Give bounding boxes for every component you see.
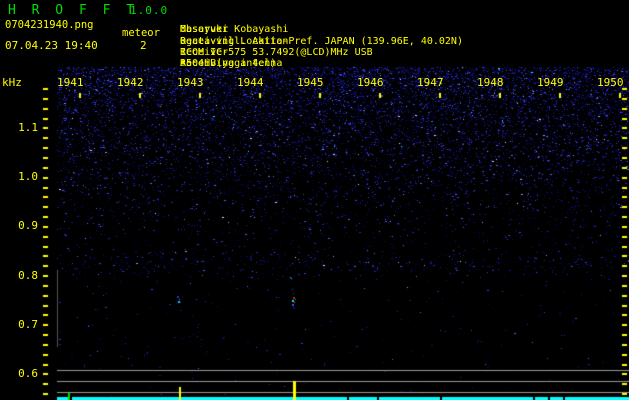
meteor-counter-value: 2	[140, 39, 147, 52]
spectrogram-canvas	[0, 0, 629, 400]
info-value: Ogata-vill. Akita-Pref. JAPAN (139.96E, …	[180, 35, 463, 47]
y-axis-unit-label: kHz	[2, 76, 22, 89]
info-value: Masayuki Kobayashi	[180, 24, 289, 36]
x-axis-tick-label: 1950	[597, 76, 624, 89]
meteor-counter-label: meteor	[122, 27, 160, 39]
station-info-block: Observer: Masayuki Kobayashi Receiving Lo…	[180, 2, 463, 69]
x-axis-tick-label: 1948	[477, 76, 504, 89]
y-axis-tick-label: 0.7	[18, 317, 38, 331]
hrofft-output: H R O F F T 1.0.0 0704231940.png meteor …	[0, 0, 629, 400]
y-axis-tick-label: 0.8	[18, 268, 38, 282]
x-axis-tick-label: 1943	[177, 76, 204, 89]
x-axis-tick-label: 1941	[57, 76, 84, 89]
x-axis-tick-label: 1945	[297, 76, 324, 89]
x-axis-tick-label: 1942	[117, 76, 144, 89]
x-axis-tick-label: 1944	[237, 76, 264, 89]
output-filename: 0704231940.png	[5, 19, 94, 31]
datetime: 07.04.23 19:40	[5, 39, 98, 52]
info-value: ICOM IC-575 53.7492(@LCD)MHz USB	[180, 46, 373, 58]
y-axis-tick-label: 0.9	[18, 219, 38, 233]
y-axis-tick-label: 1.0	[18, 170, 38, 184]
x-axis-tick-label: 1947	[417, 76, 444, 89]
info-value: A504HB(yagi 4el)	[180, 58, 277, 70]
app-title: H R O F F T	[8, 3, 139, 18]
x-axis-tick-label: 1949	[537, 76, 564, 89]
y-axis-tick-label: 0.6	[18, 367, 38, 380]
app-version: 1.0.0	[130, 4, 169, 17]
y-axis-tick-label: 1.1	[18, 121, 38, 134]
x-axis-tick-label: 1946	[357, 76, 384, 89]
